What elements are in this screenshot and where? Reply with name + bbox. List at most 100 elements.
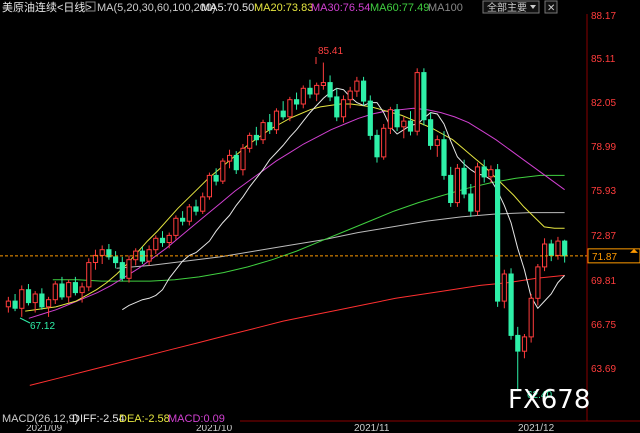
candle-body-down [441, 139, 447, 176]
watermark-logo: FX678 [508, 385, 590, 415]
ma60-value: MA60:77.49 [370, 2, 429, 14]
candle-body-up [381, 127, 387, 158]
candle-body-up [501, 273, 507, 302]
candle-body-up [260, 122, 266, 141]
candle [381, 124, 387, 160]
candle-body-up [153, 237, 159, 251]
candle [220, 158, 226, 184]
candle-body-up [126, 259, 132, 279]
candle-body-down [267, 122, 273, 131]
candle-body-up [521, 336, 528, 352]
candle-body-up [287, 99, 293, 118]
current-price-tag: 71.87 [587, 248, 640, 264]
candle-body-down [548, 243, 554, 256]
candle-body-down [12, 300, 18, 309]
price-tick: 63.69 [591, 364, 616, 375]
candle [206, 172, 213, 200]
candle-body-down [327, 82, 333, 98]
candle [414, 68, 420, 136]
range-selector[interactable]: 全部主要 [482, 0, 540, 14]
candle-body-up [474, 166, 481, 212]
candle-body-up [320, 82, 326, 86]
candle-body-up [5, 300, 11, 308]
candle-body-up [186, 206, 192, 222]
candle-body-up [166, 234, 172, 243]
candle [495, 164, 501, 307]
close-button[interactable]: ✕ [544, 0, 558, 14]
candle [528, 294, 534, 343]
candle-body-down [461, 167, 467, 195]
price-chart[interactable]: 71.87 88.17 85.11 82.05 78.99 75.93 72.8… [0, 0, 640, 433]
price-tick: 72.87 [591, 231, 616, 242]
price-tick: 66.75 [591, 320, 616, 331]
ma-parameters: MA(5,20,30,60,100,200) [97, 2, 216, 14]
candle [126, 255, 132, 283]
macd-diff: DIFF:-2.54 [72, 413, 125, 425]
price-tick: 88.17 [591, 11, 616, 22]
candle-body-down [294, 99, 300, 105]
candle-body-down [307, 87, 313, 95]
candle [454, 164, 460, 207]
current-price-value: 71.87 [592, 252, 617, 263]
candle-body-up [488, 169, 494, 178]
candle-body-down [394, 109, 400, 128]
candle-body-down [495, 169, 501, 302]
candle-body-down [374, 134, 380, 158]
time-tick: 2021/11 [354, 423, 390, 433]
candle-body-up [200, 196, 206, 212]
candle-body-up [273, 110, 280, 131]
time-tick: 2021/12 [518, 423, 555, 433]
candle-body-up [66, 282, 72, 298]
candle-body-down [72, 282, 79, 294]
candle-body-up [535, 266, 541, 299]
macd-value: MACD:0.09 [168, 413, 225, 425]
price-tick: 75.93 [591, 186, 616, 197]
candle-body-down [253, 134, 260, 141]
candle-body-down [39, 293, 45, 308]
price-tick: 78.99 [591, 142, 616, 153]
price-tick: 69.81 [591, 276, 616, 287]
ma5-value: MA5:70.50 [201, 2, 254, 14]
candle-body-down [334, 96, 340, 118]
candle-body-down [562, 240, 568, 257]
candle-body-down [361, 80, 367, 102]
candle-body-down [508, 273, 514, 336]
candle-body-down [280, 110, 286, 118]
candle-body-down [119, 262, 125, 279]
candle-body-up [401, 120, 407, 128]
candle-body-up [19, 289, 25, 309]
ma100-value: MA100 [428, 2, 463, 14]
candle-body-up [300, 87, 306, 105]
candle [367, 95, 373, 140]
candle-body-up [414, 72, 420, 132]
candle-body-up [354, 80, 360, 92]
candle-body-down [193, 206, 199, 212]
macd-label: MACD(26,12,9) [2, 413, 78, 425]
candle-body-down [367, 100, 373, 136]
candle-body-up [206, 174, 213, 198]
candle-body-down [421, 72, 427, 121]
candle-body-up [247, 134, 253, 149]
candle-body-up [173, 217, 179, 236]
candle-body-up [434, 139, 440, 146]
candle [273, 108, 280, 134]
candle-body-down [428, 119, 434, 146]
candle-body-down [468, 193, 474, 212]
candle-body-up [86, 262, 92, 288]
high-annotation: 85.41 [318, 46, 343, 57]
low-annotation-left: 67.12 [30, 321, 55, 332]
price-tick: 82.05 [591, 98, 616, 109]
candle-body-up [92, 254, 99, 263]
candle-body-down [113, 256, 119, 264]
candle-body-down [407, 120, 414, 132]
candle [474, 162, 481, 216]
chart-background [0, 0, 640, 433]
ma20-value: MA20:73.83 [254, 2, 313, 14]
candle-body-up [314, 84, 320, 95]
candle-body-up [528, 297, 534, 338]
candle [508, 268, 514, 340]
macd-dea: DEA:-2.58 [119, 413, 170, 425]
candle-body-down [481, 166, 487, 178]
candle-body-up [240, 147, 246, 171]
price-tick: 85.11 [591, 54, 616, 65]
